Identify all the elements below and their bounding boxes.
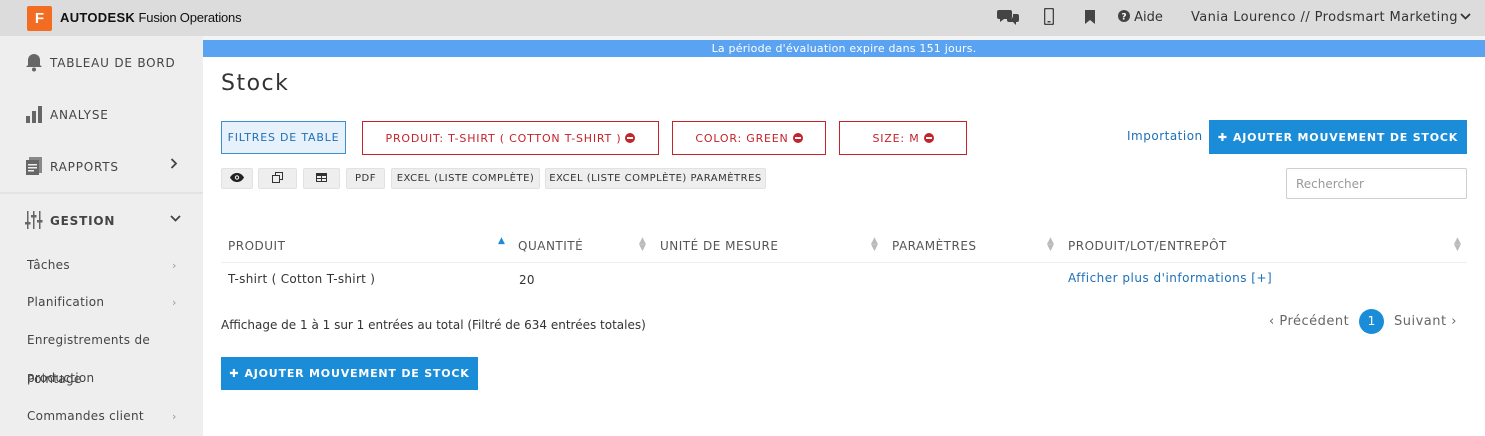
more-info-link[interactable]: Afficher plus d'informations [+] bbox=[1068, 271, 1272, 285]
pagination-previous[interactable]: ‹ Précédent bbox=[1269, 314, 1349, 329]
sidebar: TABLEAU DE BORD ANALYSE RAPPORTS GESTION… bbox=[0, 36, 203, 436]
copy-button[interactable] bbox=[258, 168, 297, 189]
sort-icon[interactable]: ▲ ▼ bbox=[871, 237, 878, 253]
column-header-parametres[interactable]: PARAMÈTRES bbox=[892, 239, 977, 253]
sidebar-subitem-pointage[interactable]: Pointage bbox=[27, 372, 82, 386]
pagination-next[interactable]: Suivant › bbox=[1394, 314, 1457, 329]
add-stock-movement-button-bottom[interactable]: ✚ AJOUTER MOUVEMENT DE STOCK bbox=[221, 357, 478, 390]
sidebar-subitem-commandes-client[interactable]: Commandes client bbox=[27, 409, 144, 423]
column-header-quantite[interactable]: QUANTITÉ bbox=[518, 239, 583, 253]
question-circle-icon: ? bbox=[1118, 10, 1130, 23]
filter-chip-label: PRODUIT: T-SHIRT ( COTTON T-SHIRT ) bbox=[385, 131, 622, 145]
add-button-label: AJOUTER MOUVEMENT DE STOCK bbox=[244, 367, 470, 380]
chevron-right-icon bbox=[170, 158, 178, 173]
pagination-page-1[interactable]: 1 bbox=[1359, 309, 1384, 334]
table-filters-button[interactable]: FILTRES DE TABLE bbox=[221, 121, 346, 154]
chevron-down-icon bbox=[170, 212, 181, 227]
table-view-button[interactable] bbox=[303, 168, 340, 189]
pdf-export-button[interactable]: PDF bbox=[346, 168, 385, 189]
add-button-label: AJOUTER MOUVEMENT DE STOCK bbox=[1232, 130, 1459, 144]
sort-icon[interactable]: ▲ ▼ bbox=[639, 237, 646, 253]
sidebar-item-label: RAPPORTS bbox=[50, 160, 119, 174]
fusion-logo-icon[interactable]: F bbox=[27, 6, 52, 31]
previous-label: Précédent bbox=[1279, 314, 1350, 329]
main-content: Stock FILTRES DE TABLE PRODUIT: T-SHIRT … bbox=[203, 57, 1485, 436]
table-divider bbox=[221, 262, 1467, 263]
remove-circle-icon[interactable] bbox=[625, 133, 636, 143]
user-menu[interactable]: Vania Lourenco // Prodsmart Marketing bbox=[1191, 10, 1458, 25]
sidebar-subitem-planification[interactable]: Planification bbox=[27, 295, 104, 309]
import-link[interactable]: Importation bbox=[1127, 129, 1203, 143]
table-info: Affichage de 1 à 1 sur 1 entrées au tota… bbox=[221, 318, 646, 332]
excel-export-button[interactable]: EXCEL (LISTE COMPLÈTE) bbox=[391, 168, 540, 189]
chevron-down-icon[interactable] bbox=[1460, 10, 1471, 24]
eye-icon bbox=[230, 172, 244, 185]
remove-circle-icon[interactable] bbox=[923, 133, 934, 143]
table-cell-produit: T-shirt ( Cotton T-shirt ) bbox=[228, 272, 376, 286]
copy-icon bbox=[272, 171, 283, 186]
table-cell-quantite: 20 bbox=[519, 273, 535, 287]
sidebar-item-analyse[interactable]: ANALYSE bbox=[0, 88, 203, 140]
app-title[interactable]: AUTODESK Fusion Operations bbox=[60, 10, 242, 25]
svg-text:?: ? bbox=[1121, 13, 1126, 23]
next-label: Suivant bbox=[1394, 314, 1447, 329]
mobile-icon[interactable] bbox=[1043, 7, 1055, 29]
excel-params-export-button[interactable]: EXCEL (LISTE COMPLÈTE) PARAMÈTRES bbox=[545, 168, 766, 189]
filter-chip-label: COLOR: GREEN bbox=[695, 131, 789, 145]
bell-icon bbox=[24, 52, 46, 72]
filter-chip-color[interactable]: COLOR: GREEN bbox=[672, 121, 826, 155]
chevron-right-icon: › bbox=[172, 259, 177, 272]
plus-icon: ✚ bbox=[1217, 130, 1228, 144]
top-bar: F AUTODESK Fusion Operations ? Aide Vani… bbox=[0, 0, 1485, 36]
sort-icon[interactable]: ▲ ▼ bbox=[1454, 237, 1461, 253]
sidebar-item-label: TABLEAU DE BORD bbox=[50, 56, 176, 70]
filter-chip-produit[interactable]: PRODUIT: T-SHIRT ( COTTON T-SHIRT ) bbox=[362, 121, 659, 155]
toggle-columns-button[interactable] bbox=[221, 168, 253, 189]
sort-icon[interactable]: ▲ ▼ bbox=[1047, 237, 1054, 253]
help-link[interactable]: ? Aide bbox=[1118, 10, 1163, 25]
add-stock-movement-button[interactable]: ✚ AJOUTER MOUVEMENT DE STOCK bbox=[1209, 120, 1467, 154]
sidebar-item-gestion[interactable]: GESTION bbox=[0, 194, 203, 246]
page-title: Stock bbox=[221, 71, 290, 96]
bookmark-icon[interactable] bbox=[1085, 10, 1095, 28]
filter-chip-label: SIZE: M bbox=[872, 131, 920, 145]
column-header-produit[interactable]: PRODUIT bbox=[228, 239, 285, 253]
column-header-unite[interactable]: UNITÉ DE MESURE bbox=[660, 239, 778, 253]
brand-name: AUTODESK bbox=[60, 10, 136, 25]
sidebar-item-rapports[interactable]: RAPPORTS bbox=[0, 140, 203, 192]
trial-banner: La période d'évaluation expire dans 151 … bbox=[203, 40, 1485, 57]
table-icon bbox=[316, 172, 327, 185]
sliders-icon bbox=[24, 210, 46, 230]
bar-chart-icon bbox=[24, 104, 46, 124]
sidebar-item-label: ANALYSE bbox=[50, 108, 109, 122]
sidebar-item-tableau-de-bord[interactable]: TABLEAU DE BORD bbox=[0, 36, 203, 88]
column-header-produit-lot-entrepot[interactable]: PRODUIT/LOT/ENTREPÔT bbox=[1068, 239, 1227, 253]
search-input[interactable] bbox=[1286, 168, 1467, 199]
help-label: Aide bbox=[1134, 10, 1163, 25]
chevron-right-icon: › bbox=[172, 296, 177, 309]
sidebar-subitem-enregistrements[interactable]: Enregistrements de bbox=[27, 333, 150, 347]
product-name: Fusion Operations bbox=[138, 10, 242, 25]
sidebar-item-label: GESTION bbox=[50, 214, 116, 228]
remove-circle-icon[interactable] bbox=[792, 133, 803, 143]
plus-icon: ✚ bbox=[229, 367, 240, 380]
report-icon bbox=[24, 156, 46, 176]
sidebar-subitem-taches[interactable]: Tâches bbox=[27, 258, 70, 272]
filter-chip-size[interactable]: SIZE: M bbox=[839, 121, 967, 155]
chat-icon[interactable] bbox=[997, 8, 1019, 30]
chevron-right-icon: › bbox=[172, 410, 177, 423]
sort-asc-icon[interactable]: ▲ bbox=[498, 237, 505, 246]
